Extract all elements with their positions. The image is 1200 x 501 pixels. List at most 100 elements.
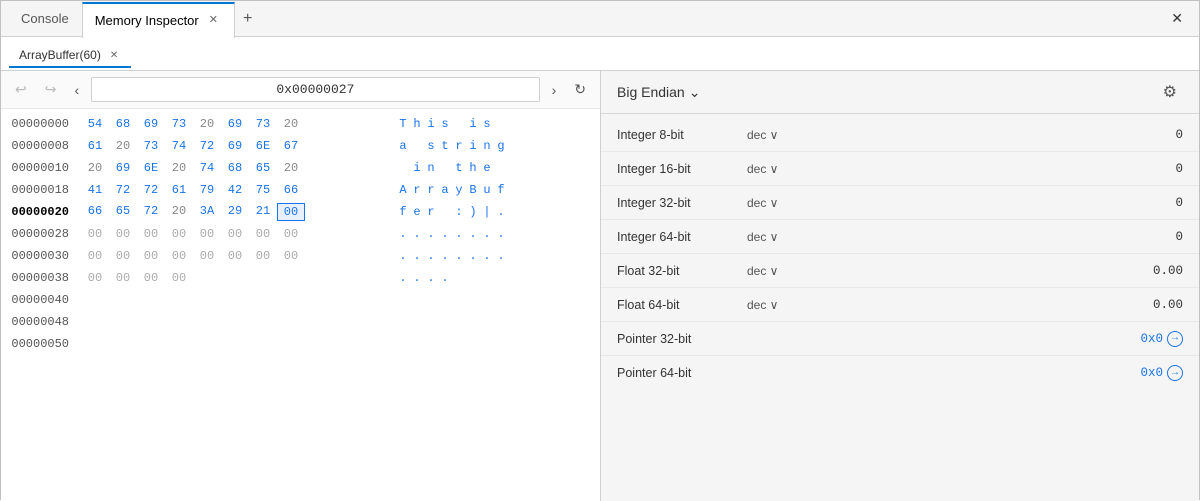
mem-byte-cell[interactable]: 00 (249, 248, 277, 264)
mem-byte-cell[interactable]: 20 (193, 116, 221, 132)
navigate-arrow-icon[interactable]: → (1167, 331, 1183, 347)
mem-byte-cell[interactable] (193, 343, 221, 345)
mem-byte-cell[interactable]: 00 (165, 248, 193, 264)
mem-byte-cell[interactable] (109, 321, 137, 323)
mem-byte-cell[interactable]: 00 (277, 248, 305, 264)
mem-byte-cell[interactable]: 20 (277, 160, 305, 176)
format-select-button[interactable]: dec ∨ (747, 196, 778, 210)
mem-byte-cell[interactable] (165, 321, 193, 323)
mem-byte-cell[interactable] (81, 299, 109, 301)
navigate-arrow-icon[interactable]: → (1167, 365, 1183, 381)
mem-byte-cell[interactable] (221, 270, 249, 286)
sub-tab-close[interactable]: ✕ (107, 49, 121, 62)
refresh-button[interactable]: ↻ (568, 78, 592, 101)
mem-byte-cell[interactable]: 00 (165, 226, 193, 242)
mem-byte-cell[interactable]: 00 (109, 248, 137, 264)
mem-byte-cell[interactable]: 66 (81, 203, 109, 221)
mem-byte-cell[interactable] (137, 321, 165, 323)
mem-byte-cell[interactable]: 6E (137, 160, 165, 176)
mem-byte-cell[interactable]: 20 (165, 203, 193, 221)
inspector-value[interactable]: 0x0→ (817, 331, 1183, 347)
mem-byte-cell[interactable]: 61 (81, 138, 109, 154)
format-select-button[interactable]: dec ∨ (747, 230, 778, 244)
mem-byte-cell[interactable] (137, 343, 165, 345)
mem-byte-cell[interactable]: 00 (81, 226, 109, 242)
mem-byte-cell[interactable]: 72 (109, 182, 137, 198)
mem-byte-cell[interactable] (81, 343, 109, 345)
format-select-button[interactable]: dec ∨ (747, 128, 778, 142)
settings-button[interactable]: ⚙ (1157, 79, 1183, 105)
mem-byte-cell[interactable] (249, 299, 277, 301)
mem-byte-cell[interactable] (277, 299, 305, 301)
mem-byte-cell[interactable]: 66 (277, 182, 305, 198)
sub-tab-arraybuffer[interactable]: ArrayBuffer(60) ✕ (9, 44, 131, 68)
mem-byte-cell[interactable]: 00 (109, 270, 137, 286)
mem-byte-cell[interactable] (249, 270, 277, 286)
mem-byte-cell[interactable]: 20 (277, 116, 305, 132)
mem-byte-cell[interactable] (221, 343, 249, 345)
mem-byte-cell[interactable]: 00 (137, 226, 165, 242)
back-button[interactable]: ↩ (9, 78, 33, 101)
mem-byte-cell[interactable]: 00 (193, 226, 221, 242)
tab-memory-inspector[interactable]: Memory Inspector ✕ (82, 2, 235, 38)
mem-byte-cell[interactable]: 41 (81, 182, 109, 198)
mem-byte-cell[interactable]: 00 (221, 226, 249, 242)
format-select-button[interactable]: dec ∨ (747, 162, 778, 176)
mem-byte-cell[interactable] (137, 299, 165, 301)
mem-byte-cell[interactable]: 74 (193, 160, 221, 176)
mem-byte-cell[interactable] (165, 299, 193, 301)
mem-byte-cell[interactable] (165, 343, 193, 345)
mem-byte-cell[interactable]: 00 (221, 248, 249, 264)
mem-byte-cell[interactable] (109, 299, 137, 301)
format-select-button[interactable]: dec ∨ (747, 298, 778, 312)
mem-byte-cell[interactable]: 54 (81, 116, 109, 132)
tab-add-button[interactable]: + (235, 6, 260, 32)
next-button[interactable]: › (546, 79, 563, 101)
mem-byte-cell[interactable]: 00 (193, 248, 221, 264)
mem-byte-cell[interactable] (221, 299, 249, 301)
mem-byte-cell[interactable] (193, 321, 221, 323)
mem-byte-cell[interactable] (277, 343, 305, 345)
mem-byte-cell[interactable]: 29 (221, 203, 249, 221)
mem-byte-cell[interactable]: 68 (109, 116, 137, 132)
mem-byte-cell[interactable]: 00 (137, 248, 165, 264)
mem-byte-cell[interactable]: 21 (249, 203, 277, 221)
address-input[interactable] (91, 77, 539, 102)
mem-byte-cell[interactable]: 75 (249, 182, 277, 198)
mem-byte-cell[interactable]: 69 (109, 160, 137, 176)
mem-byte-cell[interactable]: 73 (137, 138, 165, 154)
mem-byte-cell[interactable]: 20 (81, 160, 109, 176)
mem-byte-cell[interactable] (277, 270, 305, 286)
inspector-value[interactable]: 0x0→ (817, 365, 1183, 381)
mem-byte-cell[interactable]: 67 (277, 138, 305, 154)
mem-byte-cell[interactable] (249, 321, 277, 323)
mem-byte-cell[interactable]: 00 (277, 226, 305, 242)
mem-byte-cell[interactable]: 72 (193, 138, 221, 154)
tab-console[interactable]: Console (9, 1, 82, 37)
mem-byte-cell[interactable]: 73 (165, 116, 193, 132)
mem-byte-cell[interactable]: 72 (137, 203, 165, 221)
mem-byte-cell[interactable]: 42 (221, 182, 249, 198)
mem-byte-cell[interactable]: 00 (137, 270, 165, 286)
mem-byte-cell[interactable]: 6E (249, 138, 277, 154)
mem-byte-cell[interactable]: 68 (221, 160, 249, 176)
mem-byte-cell[interactable]: 69 (221, 116, 249, 132)
prev-button[interactable]: ‹ (68, 79, 85, 101)
mem-byte-cell[interactable]: 00 (81, 248, 109, 264)
mem-byte-cell[interactable] (193, 270, 221, 286)
mem-byte-cell[interactable]: 00 (249, 226, 277, 242)
mem-byte-cell[interactable]: 00 (109, 226, 137, 242)
mem-byte-cell[interactable]: 20 (165, 160, 193, 176)
mem-byte-cell[interactable]: 73 (249, 116, 277, 132)
mem-byte-cell[interactable]: 74 (165, 138, 193, 154)
mem-byte-cell[interactable]: 00 (81, 270, 109, 286)
mem-byte-cell[interactable] (81, 321, 109, 323)
mem-byte-cell[interactable]: 65 (249, 160, 277, 176)
mem-byte-cell[interactable] (221, 321, 249, 323)
mem-byte-cell[interactable]: 61 (165, 182, 193, 198)
mem-byte-cell[interactable] (109, 343, 137, 345)
mem-byte-cell[interactable]: 3A (193, 203, 221, 221)
forward-button[interactable]: ↪ (39, 78, 63, 101)
mem-byte-cell[interactable]: 00 (165, 270, 193, 286)
endian-select[interactable]: Big Endian ⌄ (617, 84, 700, 101)
